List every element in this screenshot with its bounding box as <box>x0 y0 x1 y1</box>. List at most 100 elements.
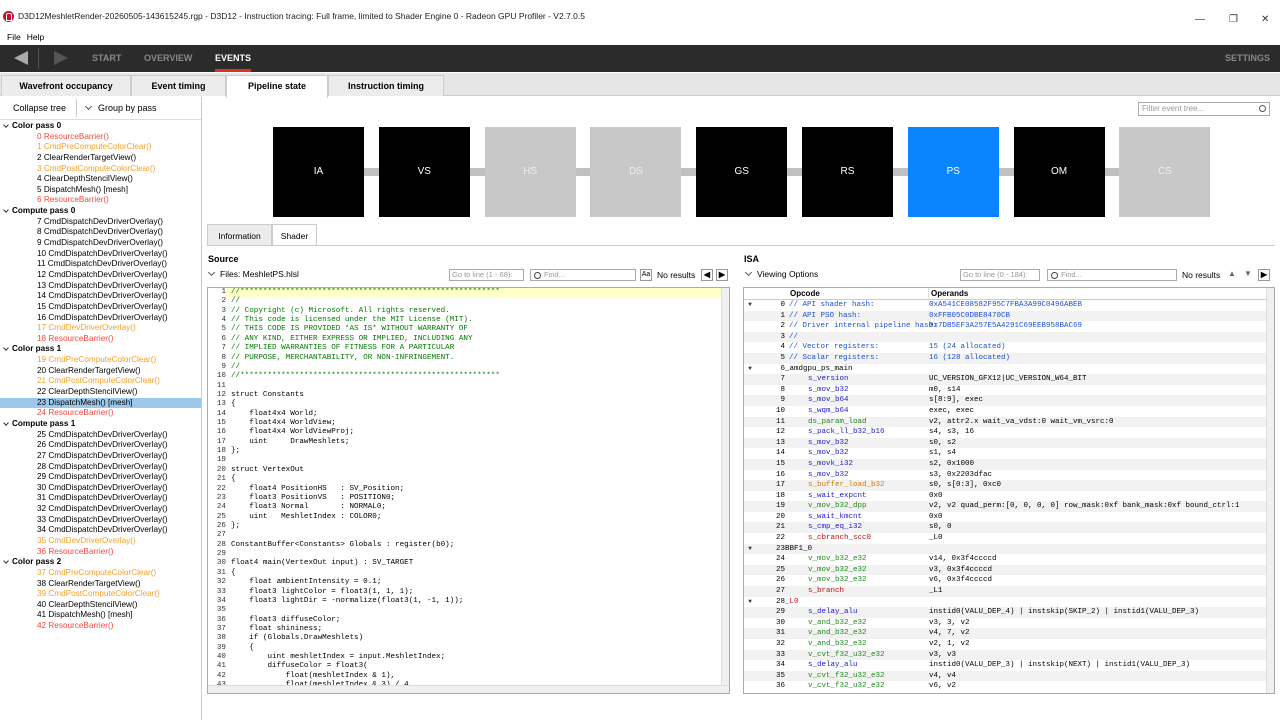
expand-chevron-icon[interactable]: ▼ <box>744 544 756 555</box>
isa-line[interactable]: 10 s_wqm_b64 exec, exec <box>744 406 1274 417</box>
source-line[interactable]: 42 float(meshletIndex & 1), <box>208 672 729 681</box>
source-line[interactable]: 39 { <box>208 644 729 653</box>
isa-line[interactable]: 31 v_and_b32_e32 v4, 7, v2 <box>744 628 1274 639</box>
isa-line[interactable]: 18 s_wait_expcnt 0x0 <box>744 491 1274 502</box>
isa-line[interactable]: 21 s_cmp_eq_i32 s0, 0 <box>744 522 1274 534</box>
source-line[interactable]: 20 struct VertexOut <box>208 466 729 475</box>
forward-arrow-icon[interactable] <box>54 51 68 65</box>
isa-line[interactable]: 30 v_and_b32_e32 v3, 3, v2 <box>744 618 1274 629</box>
tab-pipeline-state[interactable]: Pipeline state <box>226 75 328 98</box>
isa-line[interactable]: 1 // API PSO hash: 0xFFB05C0DBE8470CB <box>744 310 1274 322</box>
isa-line[interactable]: 16 s_mov_b32 s3, 0x2203dfac <box>744 470 1274 481</box>
minimize-button[interactable]: — <box>1195 14 1205 25</box>
find-next-arrow-icon[interactable]: ▶ <box>716 269 728 281</box>
isa-find-prev-arrow-icon[interactable]: ▲ <box>1226 269 1238 281</box>
pipeline-stage-ds[interactable]: DS <box>590 127 682 217</box>
isa-line[interactable]: 20 s_wait_kmcnt 0x0 <box>744 512 1274 523</box>
source-line[interactable]: 21 { <box>208 475 729 484</box>
source-line[interactable]: 23 float3 PositionVS : POSITION0; <box>208 494 729 503</box>
source-line[interactable]: 17 uint DrawMeshlets; <box>208 438 729 447</box>
source-line[interactable]: 16 float4x4 WorldViewProj; <box>208 428 729 437</box>
pipeline-stage-om[interactable]: OM <box>1013 127 1105 217</box>
tree-item[interactable]: 17 CmdDevDriverOverlay() <box>0 323 201 334</box>
tree-item[interactable]: 11 CmdDispatchDevDriverOverlay() <box>0 259 201 270</box>
source-line[interactable]: 11 <box>208 382 729 391</box>
source-line[interactable]: 33 float3 lightColor = float3(1, 1, 1); <box>208 588 729 597</box>
isa-line[interactable]: 8 s_mov_b32 m0, s14 <box>744 385 1274 396</box>
tree-item[interactable]: 37 CmdPreComputeColorClear() <box>0 568 201 579</box>
tree-group[interactable]: Color pass 1 <box>0 344 201 355</box>
isa-line[interactable]: 17 s_buffer_load_b32 s0, s[0:3], 0xc0 <box>744 480 1274 491</box>
isa-line[interactable]: 14 s_mov_b32 s1, s4 <box>744 448 1274 459</box>
tree-item[interactable]: 25 CmdDispatchDevDriverOverlay() <box>0 430 201 441</box>
isa-line[interactable]: 33 v_cvt_f32_u32_e32 v3, v3 <box>744 649 1274 661</box>
tree-item[interactable]: 27 CmdDispatchDevDriverOverlay() <box>0 451 201 462</box>
isa-line[interactable]: 24 v_mov_b32_e32 v14, 0x3f4ccccd <box>744 554 1274 565</box>
tree-item[interactable]: 39 CmdPostComputeColorClear() <box>0 589 201 600</box>
source-line[interactable]: 28 ConstantBuffer<Constants> Globals : re… <box>208 541 729 550</box>
isa-line[interactable]: 25 v_mov_b32_e32 v3, 0x3f4ccccd <box>744 564 1274 576</box>
tab-shader[interactable]: Shader <box>272 224 317 246</box>
source-vertical-scrollbar[interactable] <box>721 288 729 686</box>
source-line[interactable]: 14 float4x4 World; <box>208 410 729 419</box>
isa-line[interactable]: 9 s_mov_b64 s[8:9], exec <box>744 395 1274 406</box>
tree-item[interactable]: 22 ClearDepthStencilView() <box>0 387 201 398</box>
source-line[interactable]: 37 float shininess; <box>208 625 729 634</box>
pipeline-stage-ia[interactable]: IA <box>273 127 364 217</box>
source-line[interactable]: 32 float ambientIntensity = 0.1; <box>208 578 729 587</box>
pipeline-stage-cs[interactable]: CS <box>1119 127 1211 217</box>
tree-group[interactable]: Compute pass 1 <box>0 419 201 430</box>
tree-item[interactable]: 34 CmdDispatchDevDriverOverlay() <box>0 525 201 536</box>
isa-find-next-chevron-icon[interactable]: ▼ <box>1242 269 1254 281</box>
tree-item[interactable]: 5 DispatchMesh() [mesh] <box>0 185 201 196</box>
source-line[interactable]: 19 <box>208 456 729 465</box>
isa-line[interactable]: 15 s_movk_i32 s2, 0x1000 <box>744 458 1274 470</box>
source-line[interactable]: 10 //************************************… <box>208 372 729 381</box>
tree-item[interactable]: 8 CmdDispatchDevDriverOverlay() <box>0 227 201 238</box>
source-line[interactable]: 25 uint MeshletIndex : COLOR0; <box>208 513 729 522</box>
tab-instruction-timing[interactable]: Instruction timing <box>328 75 444 96</box>
source-line[interactable]: 40 uint meshletIndex = input.MeshletInde… <box>208 653 729 662</box>
tree-item[interactable]: 19 CmdPreComputeColorClear() <box>0 355 201 366</box>
tree-item[interactable]: 28 CmdDispatchDevDriverOverlay() <box>0 462 201 473</box>
tree-item[interactable]: 16 CmdDispatchDevDriverOverlay() <box>0 313 201 324</box>
isa-find-input[interactable]: Find... <box>1047 269 1177 281</box>
tree-item[interactable]: 9 CmdDispatchDevDriverOverlay() <box>0 238 201 249</box>
source-line[interactable]: 3 // Copyright (c) Microsoft. All rights … <box>208 307 729 316</box>
tree-item[interactable]: 7 CmdDispatchDevDriverOverlay() <box>0 217 201 228</box>
tree-group[interactable]: Color pass 0 <box>0 121 201 132</box>
source-line[interactable]: 7 // IMPLIED WARRANTIES OF FITNESS FOR A … <box>208 344 729 353</box>
tree-item[interactable]: 20 ClearRenderTargetView() <box>0 366 201 377</box>
source-find-input[interactable]: Find... <box>530 269 636 281</box>
expand-chevron-icon[interactable]: ▼ <box>744 300 756 311</box>
isa-next-arrow-icon[interactable]: ▶ <box>1258 269 1270 281</box>
tree-item[interactable]: 1 CmdPreComputeColorClear() <box>0 142 201 153</box>
isa-line[interactable]: 19 v_mov_b32_dpp v2, v2 quad_perm:[0, 0, 0… <box>744 501 1274 512</box>
isa-line[interactable]: 7 s_version UC_VERSION_GFX12|UC_VERSION_W6… <box>744 374 1274 385</box>
tree-item[interactable]: 42 ResourceBarrier() <box>0 621 201 632</box>
isa-line[interactable]: 13 s_mov_b32 s0, s2 <box>744 437 1274 449</box>
isa-line[interactable]: ▼ 0 // API shader hash: 0xA541CE08582F95C7F… <box>744 300 1274 311</box>
isa-line[interactable]: 12 s_pack_ll_b32_b16 s4, s3, 16 <box>744 427 1274 438</box>
tree-item[interactable]: 21 CmdPostComputeColorClear() <box>0 376 201 387</box>
source-line[interactable]: 36 float3 diffuseColor; <box>208 616 729 625</box>
tree-item[interactable]: 6 ResourceBarrier() <box>0 195 201 206</box>
isa-line[interactable]: 27 s_branch _L1 <box>744 586 1274 597</box>
nav-tab-events[interactable]: EVENTS <box>215 45 252 72</box>
source-line[interactable]: 8 // PURPOSE, MERCHANTABILITY, OR NON-INF… <box>208 354 729 363</box>
pipeline-stage-hs[interactable]: HS <box>484 127 576 217</box>
isa-line[interactable]: 36 v_cvt_f32_u32_e32 v6, v2 <box>744 681 1274 692</box>
source-line[interactable]: 13 { <box>208 400 729 409</box>
tree-item[interactable]: 4 ClearDepthStencilView() <box>0 174 201 185</box>
source-line[interactable]: 34 float3 lightDir = -normalize(float3(1… <box>208 597 729 606</box>
source-line[interactable]: 2 // <box>208 297 729 306</box>
files-dropdown[interactable]: Files: MeshletPS.hlsl <box>207 268 299 279</box>
tab-information[interactable]: Information <box>207 224 272 246</box>
isa-line[interactable]: 11 ds_param_load v2, attr2.x wait_va_vdst:… <box>744 416 1274 428</box>
tree-item[interactable]: 40 ClearDepthStencilView() <box>0 600 201 611</box>
tree-item[interactable]: 13 CmdDispatchDevDriverOverlay() <box>0 281 201 292</box>
source-goto-line-input[interactable]: Go to line (1 - 68): <box>449 269 524 281</box>
isa-line[interactable]: 3 // <box>744 331 1274 343</box>
viewing-options-dropdown[interactable]: Viewing Options <box>744 268 818 279</box>
tree-item[interactable]: 18 ResourceBarrier() <box>0 334 201 345</box>
